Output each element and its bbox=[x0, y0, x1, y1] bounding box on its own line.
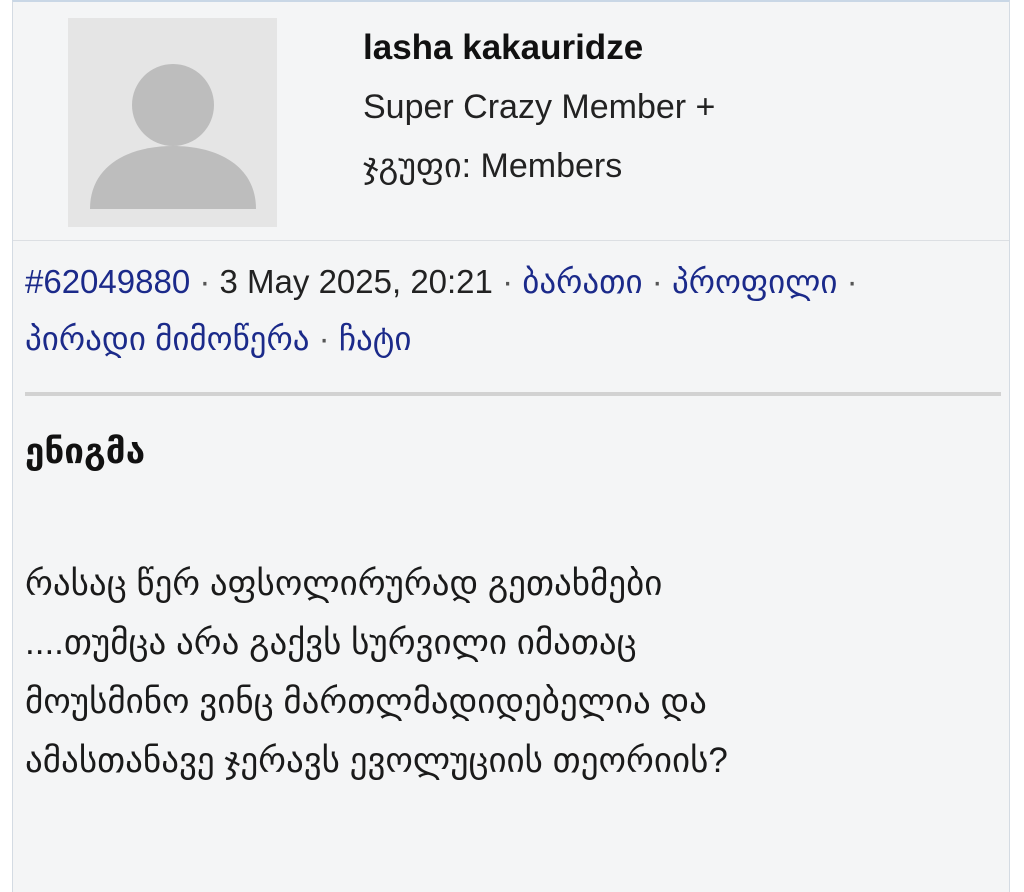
meta-separator: · bbox=[651, 263, 663, 300]
author-name[interactable]: lasha kakauridze bbox=[363, 28, 643, 68]
post-meta: #62049880 · 3 May 2025, 20:21 · ბარათი ·… bbox=[25, 253, 995, 367]
meta-separator: · bbox=[846, 263, 858, 300]
forum-post: lasha kakauridze Super Crazy Member + ჯგ… bbox=[12, 0, 1010, 892]
meta-separator: · bbox=[199, 263, 211, 300]
post-body-line: ამასთანავე ჯერავს ევოლუციის თეორიის? bbox=[25, 741, 728, 780]
post-id-link[interactable]: #62049880 bbox=[25, 263, 190, 300]
post-date: 3 May 2025, 20:21 bbox=[219, 263, 493, 300]
post-body-line: რასაც წერ აფსოლირურად გეთახმები bbox=[25, 564, 663, 603]
author-rank: Super Crazy Member + bbox=[363, 88, 716, 126]
author-group-value: Members bbox=[480, 147, 623, 185]
author-group: ჯგუფი: Members bbox=[363, 146, 622, 186]
user-avatar-icon[interactable] bbox=[68, 18, 277, 227]
chat-link[interactable]: ჩატი bbox=[339, 320, 412, 357]
post-body: რასაც წერ აფსოლირურად გეთახმები ....თუმც… bbox=[25, 554, 985, 790]
meta-separator: · bbox=[318, 320, 330, 357]
profile-link[interactable]: პროფილი bbox=[672, 263, 837, 300]
card-link[interactable]: ბარათი bbox=[522, 263, 642, 300]
header-divider bbox=[13, 240, 1009, 241]
post-body-line: ....თუმცა არა გაქვს სურვილი იმათაც bbox=[25, 623, 637, 662]
post-body-line: მოუსმინო ვინც მართლმადიდებელია და bbox=[25, 682, 707, 721]
author-group-label: ჯგუფი: bbox=[363, 147, 472, 185]
private-message-link[interactable]: პირადი მიმოწერა bbox=[25, 320, 309, 357]
post-title: ენიგმა bbox=[25, 432, 146, 471]
meta-separator: · bbox=[502, 263, 514, 300]
content-divider bbox=[25, 392, 1001, 396]
